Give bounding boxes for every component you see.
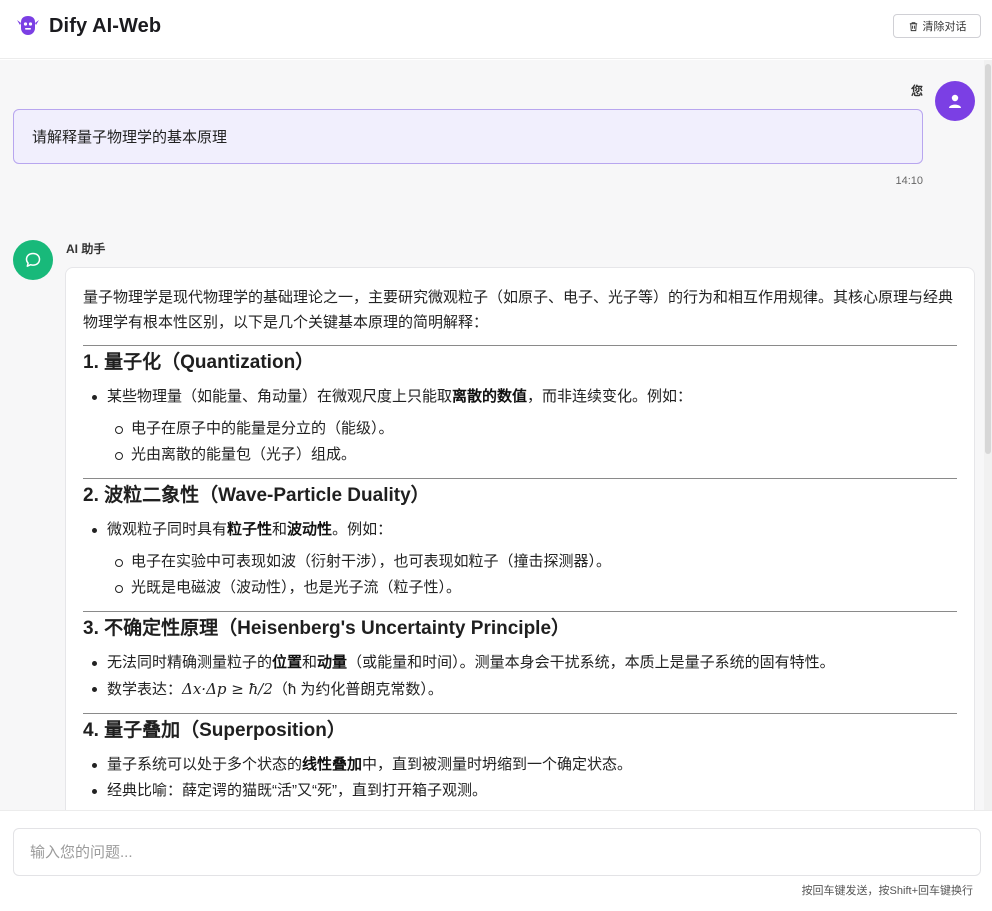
message-timestamp: 14:10 — [895, 175, 923, 187]
trash-icon — [909, 21, 917, 31]
section-heading: 3. 不确定性原理（Heisenberg's Uncertainty Princ… — [83, 618, 571, 639]
section-quantization: 1. 量子化（Quantization） 某些物理量（如能量、角动量）在微观尺度… — [83, 345, 957, 468]
list-text: 和 — [272, 521, 288, 538]
app-title: Dify AI-Web — [49, 15, 162, 37]
list-text: （或能量和时间）。测量本身会干扰系统，本质上是量子系统的固有特性。 — [347, 654, 835, 671]
list-text: 量子系统可以处于多个状态的 — [107, 756, 303, 773]
keyboard-hint: 按回车键发送，按Shift+回车键换行 — [801, 885, 973, 897]
sub-list-item: 电子在实验中可表现如波（衍射干涉），也可表现如粒子（撞击探测器）。 — [83, 549, 957, 575]
math-formula: Δx·Δp ≥ ħ/2 — [182, 680, 273, 698]
scrollbar-thumb[interactable] — [985, 64, 991, 454]
input-footer: 按回车键发送，按Shift+回车键换行 — [0, 810, 992, 911]
ai-sender-name: AI 助手 — [66, 242, 106, 256]
section-superposition: 4. 量子叠加（Superposition） 量子系统可以处于多个状态的线性叠加… — [83, 713, 957, 804]
bold-text: 粒子性 — [227, 521, 273, 538]
bold-text: 位置 — [272, 654, 303, 671]
app-header: Dify AI-Web 清除对话 — [0, 0, 992, 59]
list-text: 。例如： — [332, 521, 393, 538]
bold-text: 动量 — [317, 654, 348, 671]
user-avatar — [935, 81, 975, 121]
clear-conversation-button[interactable]: 清除对话 — [893, 14, 981, 38]
section-heading: 4. 量子叠加（Superposition） — [83, 720, 346, 741]
chat-area[interactable]: 您 请解释量子物理学的基本原理 14:10 AI 助手 量子物理学是现代物理学的… — [0, 60, 992, 810]
robot-logo-icon — [17, 16, 39, 35]
list-item: 量子系统可以处于多个状态的线性叠加中，直到被测量时坍缩到一个确定状态。 — [83, 752, 957, 778]
list-text: 中，直到被测量时坍缩到一个确定状态。 — [362, 756, 633, 773]
sub-list-item: 电子在原子中的能量是分立的（能级）。 — [83, 416, 957, 442]
sub-list-item: 光既是电磁波（波动性），也是光子流（粒子性）。 — [83, 575, 957, 601]
user-sender-name: 您 — [910, 84, 923, 98]
list-item: 无法同时精确测量粒子的位置和动量（或能量和时间）。测量本身会干扰系统，本质上是量… — [83, 650, 957, 676]
ai-intro-paragraph: 量子物理学是现代物理学的基础理论之一，主要研究微观粒子（如原子、电子、光子等）的… — [83, 289, 954, 331]
list-item: 某些物理量（如能量、角动量）在微观尺度上只能取离散的数值，而非连续变化。例如： — [83, 384, 957, 410]
list-item: 微观粒子同时具有粒子性和波动性。例如： — [83, 517, 957, 543]
section-heading: 2. 波粒二象性（Wave-Particle Duality） — [83, 485, 430, 506]
ai-message-bubble: 量子物理学是现代物理学的基础理论之一，主要研究微观粒子（如原子、电子、光子等）的… — [65, 267, 975, 810]
brand: Dify AI-Web — [16, 14, 161, 38]
list-text: 数学表达： — [107, 681, 183, 698]
question-input[interactable] — [13, 828, 981, 876]
clear-conversation-label: 清除对话 — [922, 21, 967, 33]
bold-text: 波动性 — [287, 521, 333, 538]
list-text: 无法同时精确测量粒子的 — [107, 654, 273, 671]
list-text: 和 — [302, 654, 318, 671]
bold-text: 线性叠加 — [302, 756, 363, 773]
list-item: 数学表达：Δx·Δp ≥ ħ/2（ħ 为约化普朗克常数）。 — [83, 676, 957, 703]
user-icon — [949, 94, 961, 108]
list-text: 微观粒子同时具有 — [107, 521, 228, 538]
chat-bubble-icon — [25, 252, 41, 267]
list-text: （ħ 为约化普朗克常数）。 — [272, 681, 443, 698]
user-message-bubble: 请解释量子物理学的基本原理 — [13, 109, 923, 164]
chat-scrollbar[interactable] — [984, 60, 992, 810]
bold-text: 离散的数值 — [452, 388, 528, 405]
section-heading: 1. 量子化（Quantization） — [83, 352, 315, 373]
sub-list-item: 光由离散的能量包（光子）组成。 — [83, 442, 957, 468]
ai-avatar — [13, 240, 53, 280]
section-uncertainty: 3. 不确定性原理（Heisenberg's Uncertainty Princ… — [83, 611, 957, 703]
user-message-text: 请解释量子物理学的基本原理 — [32, 129, 228, 146]
section-wave-particle: 2. 波粒二象性（Wave-Particle Duality） 微观粒子同时具有… — [83, 478, 957, 601]
list-item: 经典比喻：薛定谔的猫既“活”又“死”，直到打开箱子观测。 — [83, 778, 957, 804]
list-text: ，而非连续变化。例如： — [527, 388, 693, 405]
list-text: 某些物理量（如能量、角动量）在微观尺度上只能取 — [107, 388, 453, 405]
